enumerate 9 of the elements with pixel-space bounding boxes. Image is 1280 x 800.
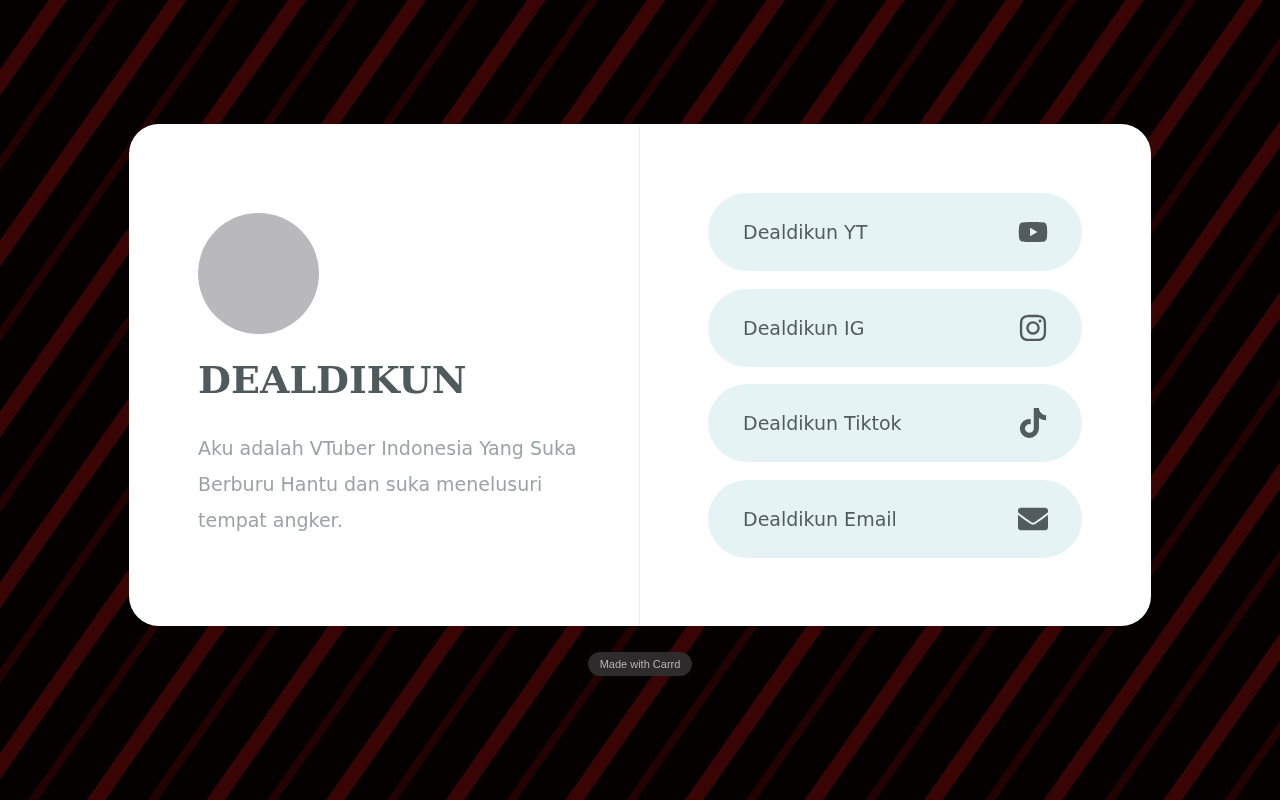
profile-name: DEALDIKUN — [198, 356, 467, 404]
link-button[interactable]: Dealdikun IG — [708, 288, 1082, 367]
link-button[interactable]: Dealdikun Tiktok — [708, 384, 1082, 462]
made-with-badge[interactable]: Made with Carrd — [587, 652, 693, 676]
tiktok-icon — [1018, 408, 1048, 438]
profile-bio: Aku adalah VTuber Indonesia Yang Suka Berburu Hantu dan suka menelusuri tempat angker. — [198, 436, 578, 533]
link-button[interactable]: Dealdikun YT — [708, 193, 1082, 271]
instagram-icon — [1018, 312, 1048, 343]
link-button[interactable]: Dealdikun Email — [708, 479, 1082, 558]
